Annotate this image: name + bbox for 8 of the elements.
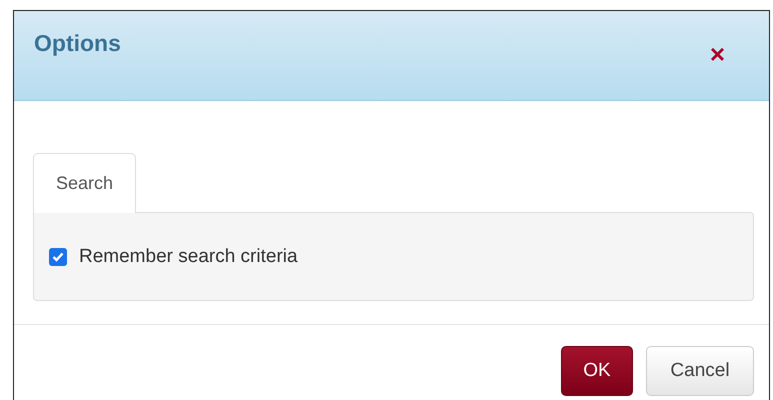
cancel-button[interactable]: Cancel — [646, 346, 754, 396]
checkmark-icon — [52, 252, 64, 262]
tab[interactable]: Search — [33, 153, 136, 213]
checkbox-label: Remember search criteria — [79, 246, 298, 268]
close-button[interactable]: × — [710, 41, 725, 67]
dialog-title: Options — [34, 30, 121, 57]
checkbox[interactable] — [49, 248, 67, 266]
ok-button[interactable]: OK — [561, 346, 633, 396]
